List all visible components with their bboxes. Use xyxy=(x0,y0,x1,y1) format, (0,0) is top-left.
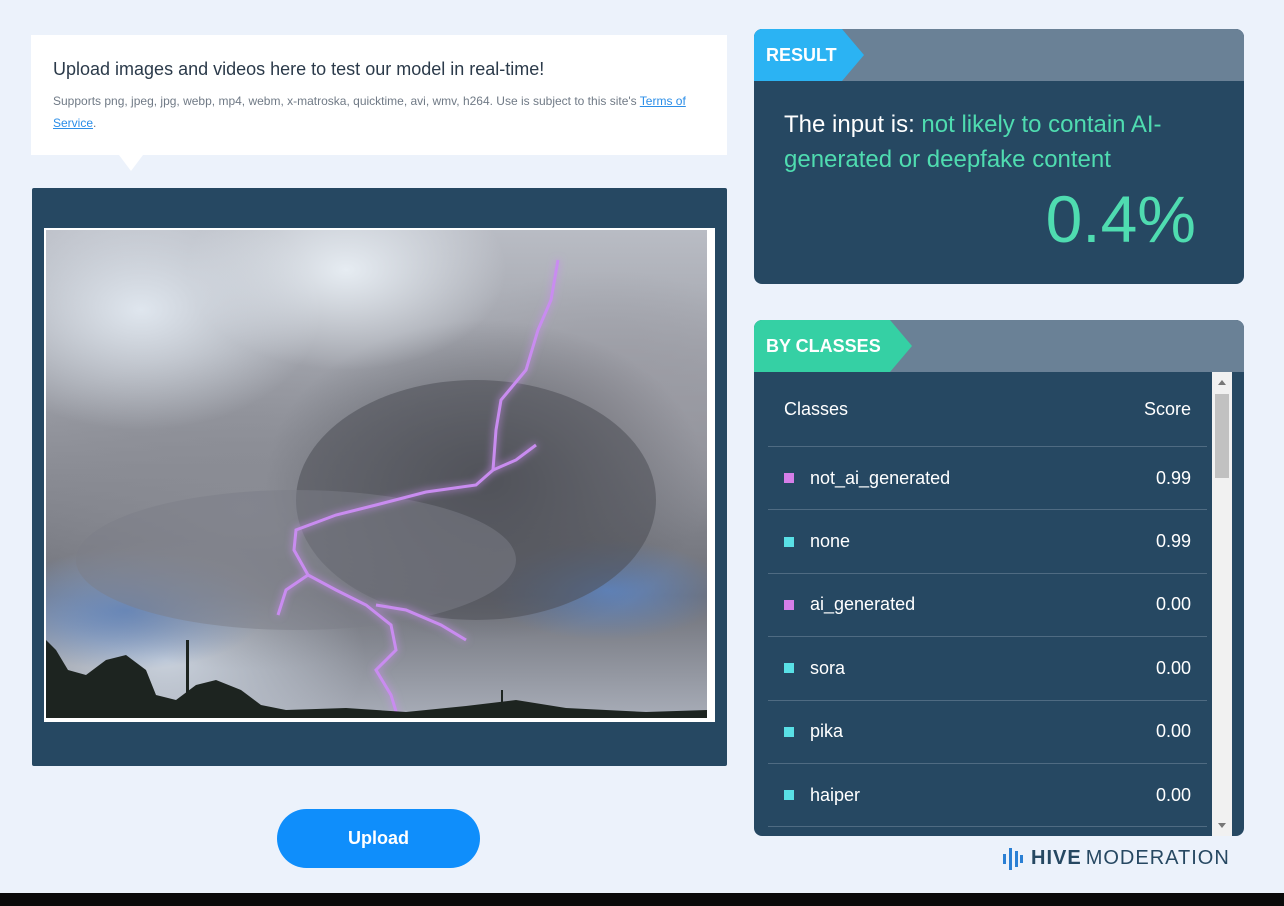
class-score: 0.00 xyxy=(1155,721,1191,742)
class-color-swatch xyxy=(784,790,794,801)
class-label: ai_generated xyxy=(784,594,915,615)
class-label: not_ai_generated xyxy=(784,468,950,489)
class-name: sora xyxy=(810,657,846,678)
classes-column-header: Classes xyxy=(784,398,849,419)
upload-title: Upload images and videos here to test ou… xyxy=(53,59,545,79)
class-color-swatch xyxy=(784,599,794,610)
result-panel: RESULT The input is: not likely to conta… xyxy=(754,29,1244,284)
hive-moderation-logo: HIVE MODERATION xyxy=(1003,847,1230,870)
class-color-swatch xyxy=(784,663,794,674)
brand-name-strong: HIVE xyxy=(1031,847,1082,869)
classes-panel-header: BY CLASSES xyxy=(754,320,1244,372)
lightning-image-art xyxy=(46,259,707,718)
class-row: pika 0.00 xyxy=(768,701,1207,764)
card-pointer xyxy=(119,155,143,171)
class-row: not_ai_generated 0.99 xyxy=(768,447,1207,511)
class-name: pika xyxy=(810,721,844,742)
scroll-up-arrow-icon[interactable] xyxy=(1218,380,1226,385)
uploaded-image-frame xyxy=(44,228,715,722)
scroll-down-arrow-icon[interactable] xyxy=(1218,823,1226,828)
result-prefix: The input is: xyxy=(784,111,915,138)
class-name: not_ai_generated xyxy=(810,467,951,488)
class-score: 0.00 xyxy=(1155,594,1191,615)
upload-description: Supports png, jpeg, jpg, webp, mp4, webm… xyxy=(53,90,705,134)
classes-scrollbar[interactable] xyxy=(1212,372,1232,836)
classes-table-header: Classes Score xyxy=(768,372,1207,447)
terms-suffix: . xyxy=(93,116,97,130)
class-label: haiper xyxy=(784,785,860,806)
result-statement: The input is: not likely to contain AI-g… xyxy=(784,107,1214,177)
class-row: sora 0.00 xyxy=(768,637,1207,701)
scrollbar-thumb[interactable] xyxy=(1215,394,1229,478)
classes-table: Classes Score not_ai_generated 0.99 none 0.… xyxy=(768,372,1207,836)
class-label: pika xyxy=(784,721,843,742)
bottom-bar xyxy=(0,893,1284,906)
supported-formats-text: Supports png, jpeg, jpg, webp, mp4, webm… xyxy=(53,94,637,108)
uploaded-image xyxy=(46,230,707,718)
class-score: 0.99 xyxy=(1155,467,1191,488)
brand-name-light: MODERATION xyxy=(1085,847,1230,869)
class-color-swatch xyxy=(784,536,794,547)
result-tag: RESULT xyxy=(754,29,864,81)
class-color-swatch xyxy=(784,726,794,737)
class-color-swatch xyxy=(784,473,794,484)
class-row: haiper 0.00 xyxy=(768,764,1207,828)
class-score: 0.00 xyxy=(1155,784,1191,805)
class-name: none xyxy=(810,531,851,552)
class-row: ai_generated 0.00 xyxy=(768,574,1207,638)
class-name: haiper xyxy=(810,784,861,805)
result-percentage: 0.4% xyxy=(1045,182,1196,256)
class-name: ai_generated xyxy=(810,594,916,615)
score-column-header: Score xyxy=(1143,398,1191,419)
class-row: none 0.99 xyxy=(768,510,1207,574)
hive-bars-icon xyxy=(1003,847,1023,870)
upload-button[interactable]: Upload xyxy=(277,809,480,868)
class-score: 0.00 xyxy=(1155,657,1191,678)
by-classes-tag: BY CLASSES xyxy=(754,320,912,372)
classes-panel: BY CLASSES Classes Score not_ai_generate… xyxy=(754,320,1244,836)
result-panel-header: RESULT xyxy=(754,29,1244,81)
class-score: 0.99 xyxy=(1155,531,1191,552)
class-label: sora xyxy=(784,658,845,679)
image-preview-panel xyxy=(32,188,727,766)
upload-info-card: Upload images and videos here to test ou… xyxy=(31,35,727,171)
class-label: none xyxy=(784,531,850,552)
